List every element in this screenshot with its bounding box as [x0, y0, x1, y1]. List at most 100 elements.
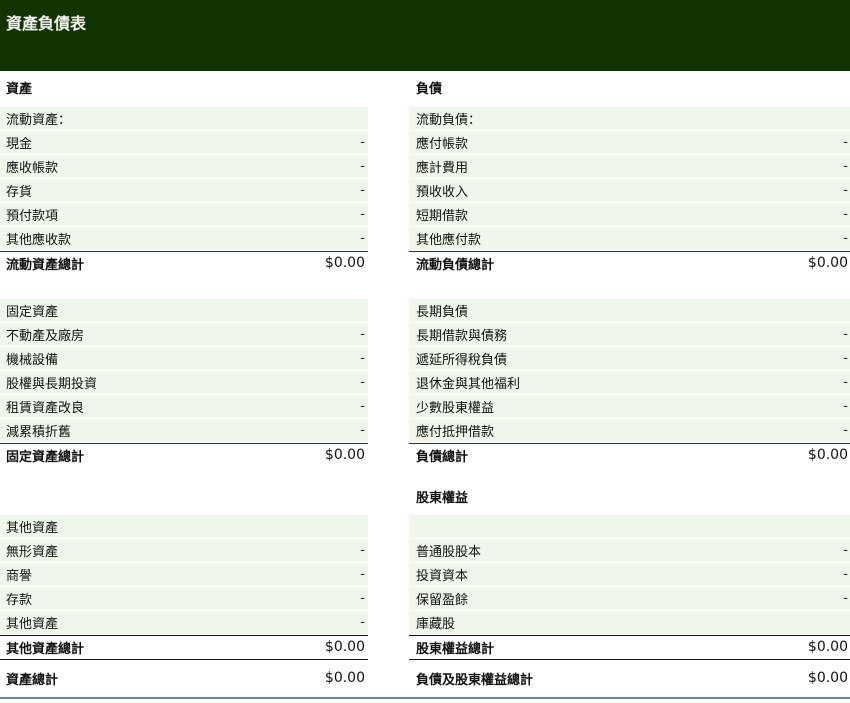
row-value: - [843, 159, 848, 174]
total-label: 負債總計 [416, 449, 469, 465]
row-label: 長期借款與債務 [416, 329, 508, 344]
total-value: $0.00 [807, 639, 848, 655]
table-row[interactable]: 機械設備 - [0, 347, 368, 370]
table-row[interactable]: 應收帳款 - [0, 155, 368, 178]
other-assets-label: 其他資產 [6, 521, 59, 536]
page-title: 資產負債表 [6, 14, 87, 33]
liabilities-total-row[interactable]: 負債總計 $0.00 [409, 443, 850, 466]
equity-heading: 股東權益 [416, 491, 469, 506]
table-row[interactable]: 遞延所得稅負債 - [409, 347, 850, 370]
table-row[interactable]: 保留盈餘 - [409, 587, 850, 610]
table-row[interactable]: 少數股東權益 - [409, 395, 850, 418]
table-row[interactable]: 退休金與其他福利 - [409, 371, 850, 394]
row-value: - [843, 423, 848, 438]
row-value: - [843, 591, 848, 606]
table-row[interactable]: 應計費用 - [409, 155, 850, 178]
total-value: $0.00 [324, 447, 365, 463]
row-label: 存貨 [6, 185, 33, 200]
total-value: $0.00 [324, 255, 365, 271]
row-label: 現金 [6, 137, 33, 152]
table-row[interactable]: 應付抵押借款 - [409, 419, 850, 442]
table-row[interactable]: 長期借款與債務 - [409, 323, 850, 346]
liabilities-heading-row: 負債 [409, 76, 850, 99]
table-row[interactable]: 現金 - [0, 131, 368, 154]
row-value: - [843, 543, 848, 558]
fixed-assets-total-row[interactable]: 固定資產總計 $0.00 [0, 443, 368, 466]
row-label: 應付帳款 [416, 137, 469, 152]
row-label: 庫藏股 [416, 617, 456, 632]
table-row[interactable]: 庫藏股 [409, 611, 850, 634]
row-label: 應計費用 [416, 161, 469, 176]
table-row[interactable]: 其他應付款 - [409, 227, 850, 250]
row-value: - [360, 423, 365, 438]
row-value: - [843, 231, 848, 246]
row-label: 其他應收款 [6, 233, 72, 248]
row-value: - [360, 615, 365, 630]
row-label: 無形資產 [6, 545, 59, 560]
equity-blank-row[interactable] [409, 515, 850, 538]
current-liabilities-total-row[interactable]: 流動負債總計 $0.00 [409, 251, 850, 274]
row-label: 預收收入 [416, 185, 469, 200]
long-term-liabilities-label-row[interactable]: 長期負債 [409, 299, 850, 322]
title-bar: 資產負債表 [0, 0, 850, 71]
row-value: - [843, 351, 848, 366]
assets-heading-row: 資產 [0, 76, 368, 99]
other-assets-total-row[interactable]: 其他資產總計 $0.00 [0, 635, 368, 658]
row-value: - [843, 399, 848, 414]
current-liabilities-label: 流動負債： [416, 113, 482, 128]
row-value: - [360, 207, 365, 222]
row-label: 存款 [6, 593, 33, 608]
row-value: - [360, 543, 365, 558]
long-term-liabilities-label: 長期負債 [416, 305, 469, 320]
table-row[interactable]: 租賃資產改良 - [0, 395, 368, 418]
row-value: - [843, 183, 848, 198]
equity-total-row[interactable]: 股東權益總計 $0.00 [409, 635, 850, 658]
table-row[interactable]: 短期借款 - [409, 203, 850, 226]
row-label: 遞延所得稅負債 [416, 353, 508, 368]
row-value: - [360, 231, 365, 246]
row-label: 減累積折舊 [6, 425, 72, 440]
row-label: 其他資產 [6, 617, 59, 632]
row-value: - [360, 591, 365, 606]
assets-grand-total-row[interactable]: 資產總計 $0.00 [0, 659, 368, 696]
table-row[interactable]: 預收收入 - [409, 179, 850, 202]
row-label: 預付款項 [6, 209, 59, 224]
table-row[interactable]: 其他資產 - [0, 611, 368, 634]
current-assets-total-row[interactable]: 流動資產總計 $0.00 [0, 251, 368, 274]
table-row[interactable]: 其他應收款 - [0, 227, 368, 250]
row-label: 退休金與其他福利 [416, 377, 521, 392]
table-row[interactable]: 應付帳款 - [409, 131, 850, 154]
table-row[interactable]: 存款 - [0, 587, 368, 610]
total-label: 流動負債總計 [416, 257, 495, 273]
total-value: $0.00 [324, 639, 365, 655]
table-row[interactable]: 不動產及廠房 - [0, 323, 368, 346]
table-row[interactable]: 普通股股本 - [409, 539, 850, 562]
current-assets-label: 流動資產： [6, 113, 72, 128]
table-row[interactable]: 無形資產 - [0, 539, 368, 562]
table-row[interactable]: 投資資本 - [409, 563, 850, 586]
table-row[interactable]: 存貨 - [0, 179, 368, 202]
fixed-assets-label-row[interactable]: 固定資產 [0, 299, 368, 322]
table-row[interactable]: 股權與長期投資 - [0, 371, 368, 394]
table-row[interactable]: 預付款項 - [0, 203, 368, 226]
row-value: - [843, 327, 848, 342]
current-assets-label-row[interactable]: 流動資產： [0, 107, 368, 130]
row-value: - [843, 375, 848, 390]
current-liabilities-label-row[interactable]: 流動負債： [409, 107, 850, 130]
row-label: 應付抵押借款 [416, 425, 495, 440]
row-label: 投資資本 [416, 569, 469, 584]
row-label: 少數股東權益 [416, 401, 495, 416]
other-assets-label-row[interactable]: 其他資產 [0, 515, 368, 538]
row-value: - [360, 567, 365, 582]
total-label: 股東權益總計 [416, 641, 495, 657]
table-row[interactable]: 減累積折舊 - [0, 419, 368, 442]
liabilities-heading: 負債 [416, 82, 443, 97]
liabilities-equity-grand-total-row[interactable]: 負債及股東權益總計 $0.00 [409, 659, 850, 696]
row-value: - [360, 399, 365, 414]
table-row[interactable]: 商譽 - [0, 563, 368, 586]
row-value: - [843, 567, 848, 582]
row-label: 其他應付款 [416, 233, 482, 248]
row-label: 商譽 [6, 569, 33, 584]
fixed-assets-label: 固定資產 [6, 305, 59, 320]
equity-heading-row: 股東權益 [409, 485, 850, 508]
